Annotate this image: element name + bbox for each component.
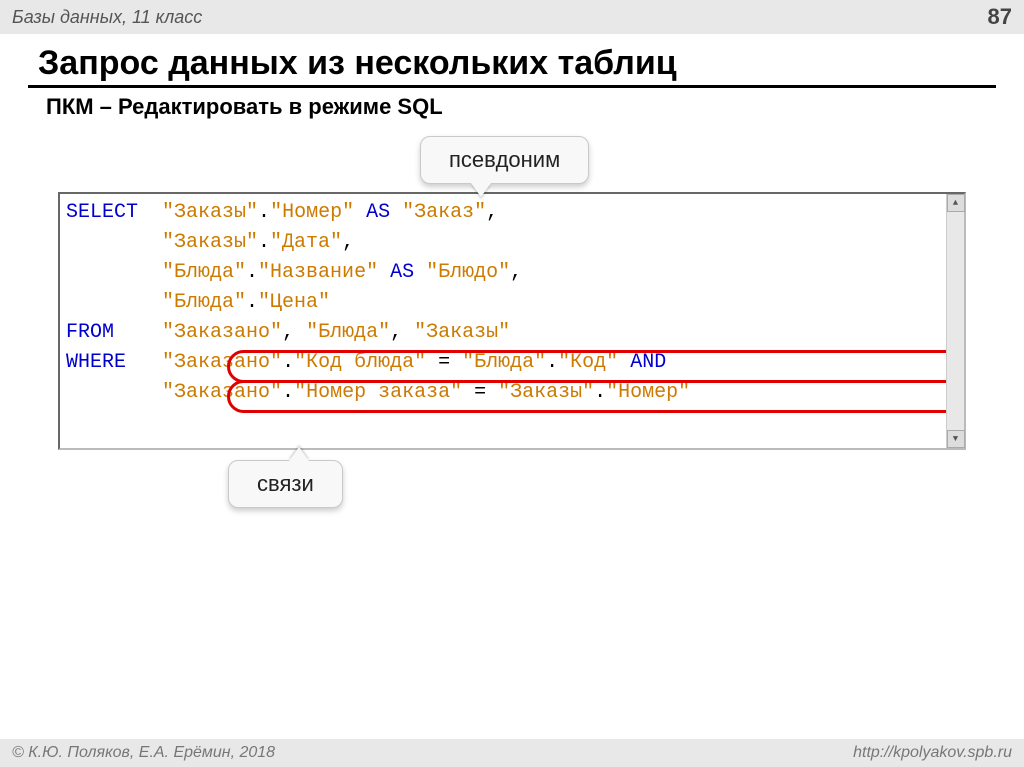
callout-links: связи [228,460,343,508]
sql-editor-box: SELECT "Заказы"."Номер" AS "Заказ", "Зак… [58,192,966,450]
s2a: "Заказы" [162,231,258,254]
s3c: "Блюдо" [426,261,510,284]
sql-code: SELECT "Заказы"."Номер" AS "Заказ", "Зак… [66,198,946,438]
s3b: "Название" [258,261,378,284]
w1d: "Код" [558,351,618,374]
page-number: 87 [988,4,1012,30]
scrollbar-vertical[interactable]: ▲ ▼ [946,194,964,448]
callout-alias: псевдоним [420,136,589,184]
kw-select: SELECT [66,201,138,224]
s1a: "Заказы" [162,201,258,224]
scroll-up-button[interactable]: ▲ [947,194,965,212]
w2d: "Номер" [606,381,690,404]
footer-bar: © К.Ю. Поляков, Е.А. Ерёмин, 2018 http:/… [0,739,1024,767]
f2: "Блюда" [306,321,390,344]
f1: "Заказано" [162,321,282,344]
s2b: "Дата" [270,231,342,254]
page-subtitle: ПКМ – Редактировать в режиме SQL [46,94,996,120]
s1b: "Номер" [270,201,354,224]
kw-as1: AS [366,201,390,224]
kw-from: FROM [66,321,114,344]
kw-and: AND [630,351,666,374]
w1b: "Код блюда" [294,351,426,374]
s3a: "Блюда" [162,261,246,284]
kw-as2: AS [390,261,414,284]
s4b: "Цена" [258,291,330,314]
w2a: "Заказано" [162,381,282,404]
w1c: "Блюда" [462,351,546,374]
content-area: Запрос данных из нескольких таблиц ПКМ –… [0,34,1024,450]
w2b: "Номер заказа" [294,381,462,404]
header-bar: Базы данных, 11 класс 87 [0,0,1024,34]
w1a: "Заказано" [162,351,282,374]
w2c: "Заказы" [498,381,594,404]
s4a: "Блюда" [162,291,246,314]
course-label: Базы данных, 11 класс [12,7,202,28]
page-title: Запрос данных из нескольких таблиц [38,44,996,83]
scroll-down-button[interactable]: ▼ [947,430,965,448]
s1c: "Заказ" [402,201,486,224]
footer-authors: © К.Ю. Поляков, Е.А. Ерёмин, 2018 [12,744,275,762]
title-rule [28,85,996,88]
kw-where: WHERE [66,351,126,374]
footer-url: http://kpolyakov.spb.ru [853,744,1012,762]
f3: "Заказы" [414,321,510,344]
